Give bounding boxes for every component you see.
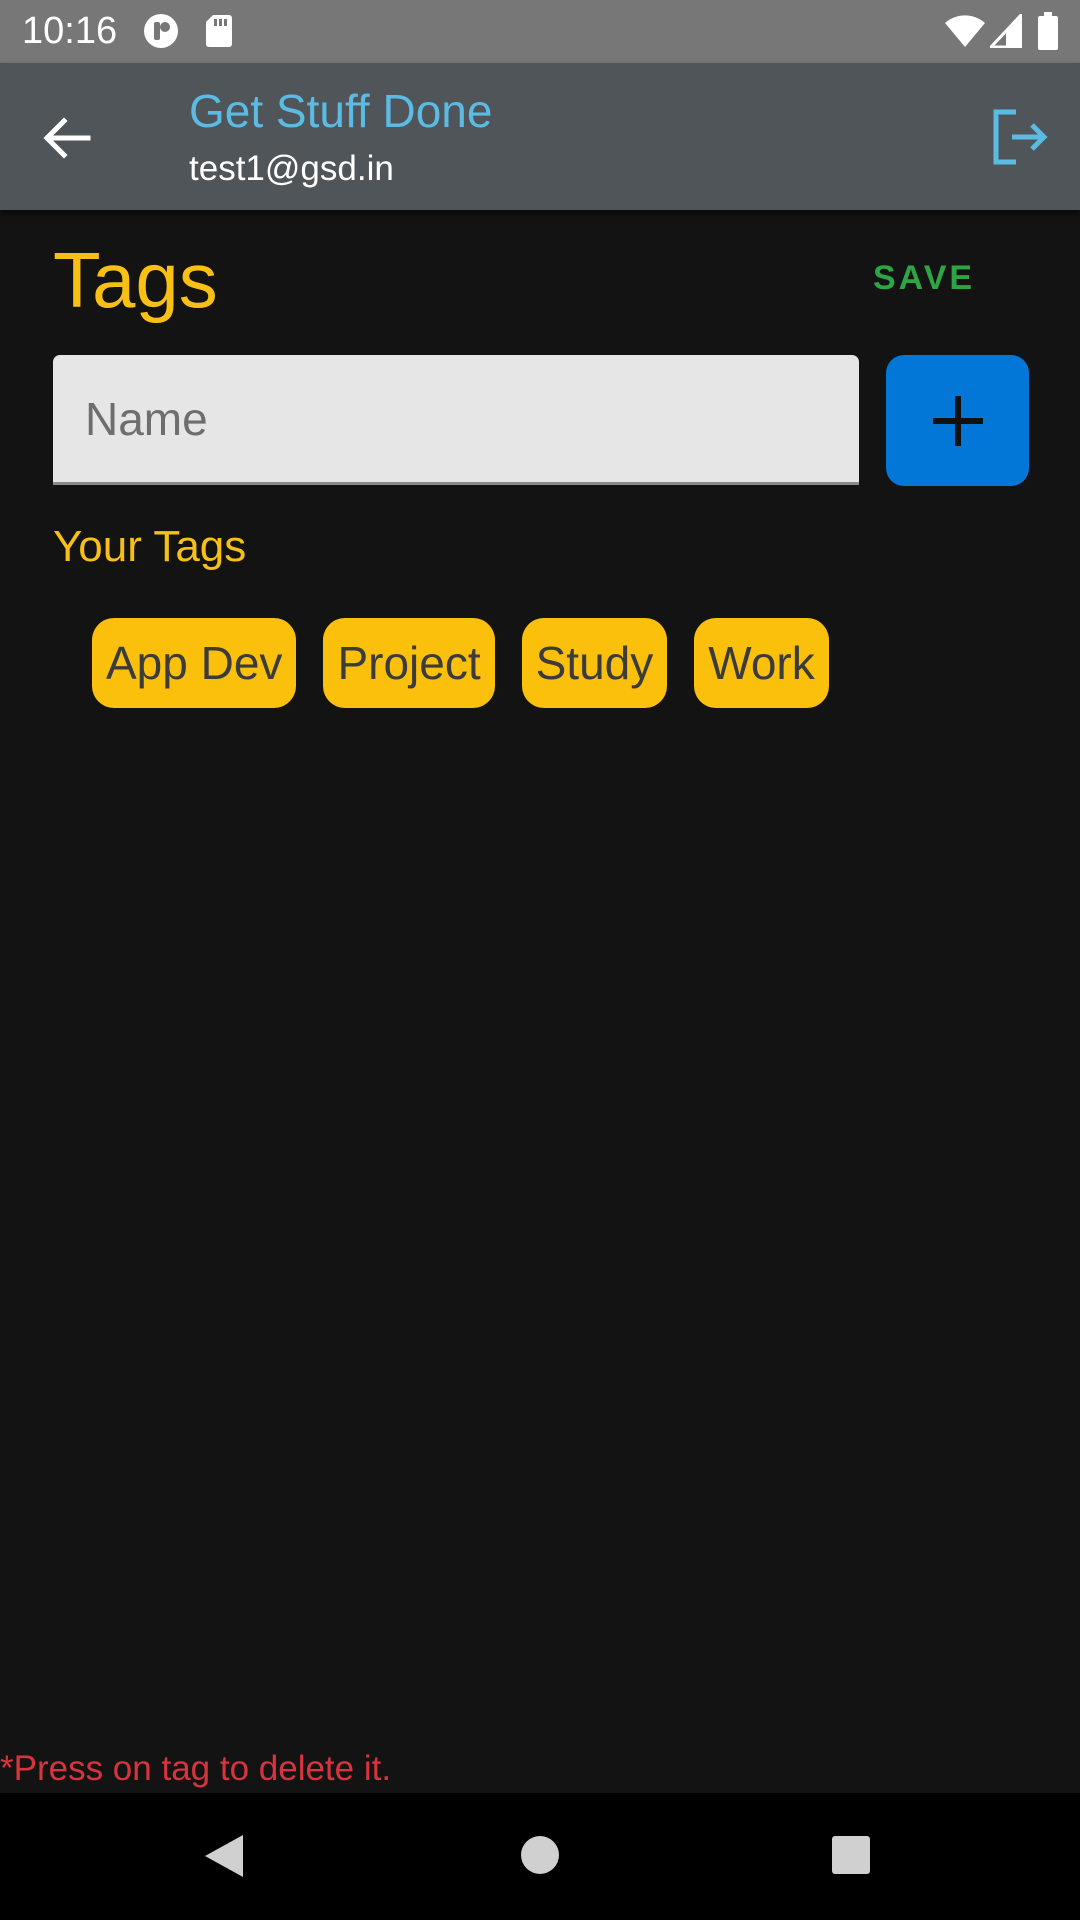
- nav-back-button[interactable]: [203, 1833, 247, 1884]
- nav-home-button[interactable]: [520, 1835, 560, 1880]
- add-tag-button[interactable]: [886, 355, 1029, 486]
- name-field[interactable]: [53, 355, 859, 485]
- plus-icon: [933, 396, 983, 446]
- tag-chip-app-dev[interactable]: App Dev: [92, 618, 297, 708]
- nav-recents-button[interactable]: [831, 1835, 871, 1880]
- status-bar: 10:16: [0, 0, 1080, 63]
- delete-hint: *Press on tag to delete it.: [0, 1749, 392, 1788]
- arrow-back-icon: [43, 117, 91, 159]
- logout-icon: [993, 109, 1048, 165]
- save-button[interactable]: SAVE: [873, 256, 975, 300]
- app-title: Get Stuff Done: [189, 85, 493, 137]
- user-email: test1@gsd.in: [189, 149, 394, 188]
- tag-chip-work[interactable]: Work: [694, 618, 829, 708]
- nav-back-icon: [205, 1835, 243, 1877]
- sd-card-icon: [205, 13, 233, 54]
- system-nav-bar: [0, 1793, 1080, 1920]
- nav-home-icon: [521, 1836, 559, 1874]
- cellular-signal-icon: [987, 11, 1023, 53]
- tag-chip-project[interactable]: Project: [323, 618, 495, 708]
- app-notification-icon: [143, 13, 179, 54]
- logout-button[interactable]: [990, 107, 1050, 167]
- tags-list: App Dev Project Study Work: [92, 618, 829, 708]
- name-input[interactable]: [83, 383, 827, 455]
- status-time: 10:16: [22, 10, 118, 52]
- back-button[interactable]: [36, 107, 98, 169]
- page-title: Tags: [53, 236, 218, 324]
- app-bar: Get Stuff Done test1@gsd.in: [0, 63, 1080, 210]
- battery-icon: [1037, 12, 1059, 55]
- nav-recents-icon: [832, 1836, 870, 1874]
- your-tags-label: Your Tags: [53, 522, 247, 571]
- wifi-icon: [944, 14, 986, 53]
- tag-chip-study[interactable]: Study: [521, 618, 668, 708]
